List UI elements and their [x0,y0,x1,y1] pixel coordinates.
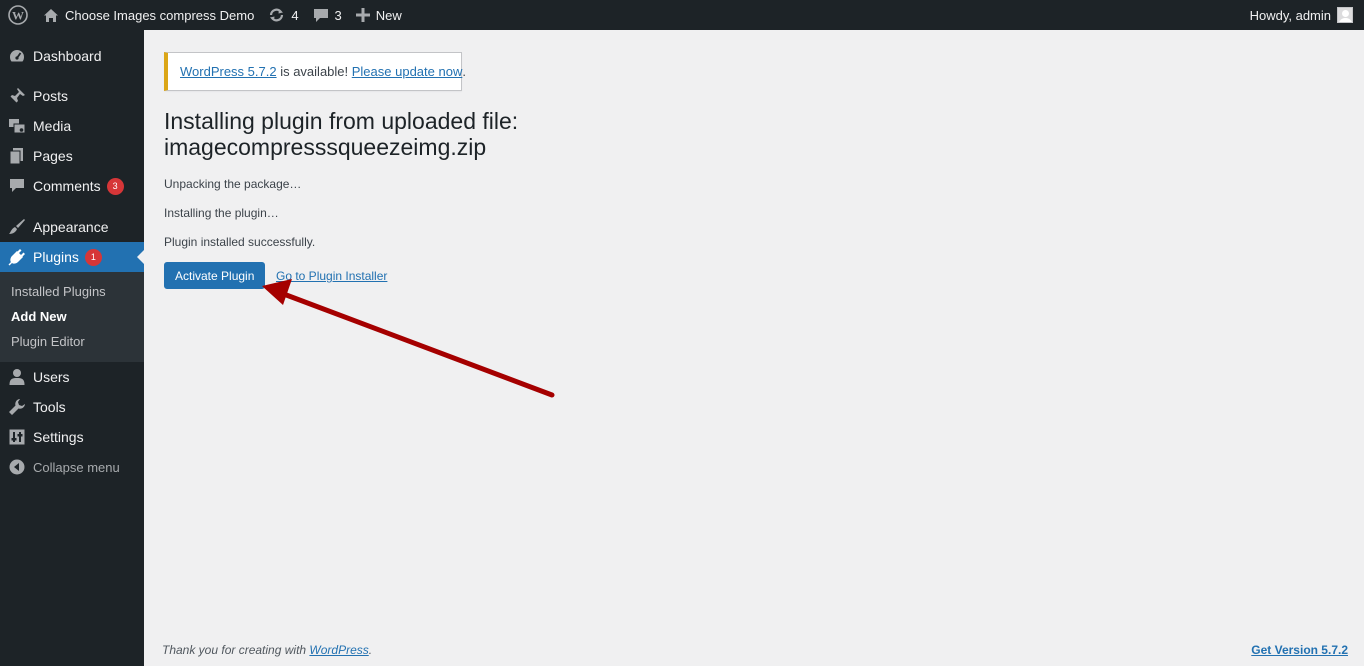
collapse-icon [8,458,26,476]
new-label: New [375,7,402,23]
page-title: Installing plugin from uploaded file: im… [164,108,764,160]
page-title-line1: Installing plugin from uploaded file: [164,108,519,134]
pages-icon [8,147,26,165]
media-icon [8,117,26,135]
comments-badge: 3 [106,177,124,195]
home-icon [43,8,59,23]
dashboard-icon [8,47,26,65]
admin-bar: W Choose Images compress Demo 4 3 New Ho… [0,0,1364,30]
red-arrow-annotation [262,279,555,398]
plus-icon [355,8,370,22]
menu-item-appearance[interactable]: Appearance [0,212,144,242]
settings-icon [8,428,26,446]
wordpress-logo-icon[interactable]: W [0,0,36,30]
my-account-link[interactable]: Howdy, admin [1243,0,1360,30]
menu-item-users[interactable]: Users [0,362,144,392]
brush-icon [8,218,26,236]
submenu-plugin-editor[interactable]: Plugin Editor [0,329,144,354]
svg-text:W: W [12,9,24,23]
submenu-installed-plugins[interactable]: Installed Plugins [0,279,144,304]
comment-icon [8,177,26,195]
menu-item-settings[interactable]: Settings [0,422,144,452]
update-notice: WordPress 5.7.2 is available! Please upd… [164,52,466,91]
wrench-icon [8,398,26,416]
comments-count: 3 [334,7,342,23]
users-icon [8,368,26,386]
notice-middle-text: is available! [276,64,352,79]
step-unpacking: Unpacking the package… [164,177,302,191]
refresh-icon [268,7,285,23]
plugins-badge: 1 [84,248,102,266]
plugins-submenu: Installed Plugins Add New Plugin Editor [0,272,144,362]
wordpress-version-link[interactable]: WordPress 5.7.2 [180,64,277,79]
plugin-installer-link[interactable]: Go to Plugin Installer [276,269,387,283]
collapse-menu-button[interactable]: Collapse menu [0,452,144,482]
menu-item-comments[interactable]: Comments 3 [0,171,144,201]
menu-item-tools[interactable]: Tools [0,392,144,422]
menu-item-posts[interactable]: Posts [0,81,144,111]
footer-thanks: Thank you for creating with WordPress. [162,643,373,657]
step-success: Plugin installed successfully. [164,235,316,249]
pin-icon [8,87,26,105]
footer-version-link[interactable]: Get Version 5.7.2 [1251,643,1348,657]
updates-count: 4 [291,7,299,23]
update-now-link[interactable]: Please update now [352,64,463,79]
new-content-link[interactable]: New [349,0,409,30]
menu-item-dashboard[interactable]: Dashboard [0,41,144,71]
avatar [1337,7,1353,23]
step-installing: Installing the plugin… [164,206,279,220]
notice-end-text: . [462,64,466,79]
activate-plugin-button[interactable]: Activate Plugin [164,262,266,289]
page-title-line2: imagecompresssqueezeimg.zip [164,134,487,160]
site-name: Choose Images compress Demo [65,7,255,23]
menu-item-plugins[interactable]: Plugins 1 [0,242,144,272]
menu-item-pages[interactable]: Pages [0,141,144,171]
comment-icon [313,8,329,23]
updates-link[interactable]: 4 [261,0,305,30]
footer-wordpress-link[interactable]: WordPress [309,643,368,657]
plugin-icon [8,248,26,266]
admin-menu: Dashboard Posts Media Pages Comments 3 A… [0,30,144,666]
site-name-link[interactable]: Choose Images compress Demo [36,0,261,30]
menu-item-media[interactable]: Media [0,111,144,141]
submenu-add-new[interactable]: Add New [0,304,144,329]
howdy-text: Howdy, admin [1249,7,1331,23]
comments-link[interactable]: 3 [306,0,349,30]
